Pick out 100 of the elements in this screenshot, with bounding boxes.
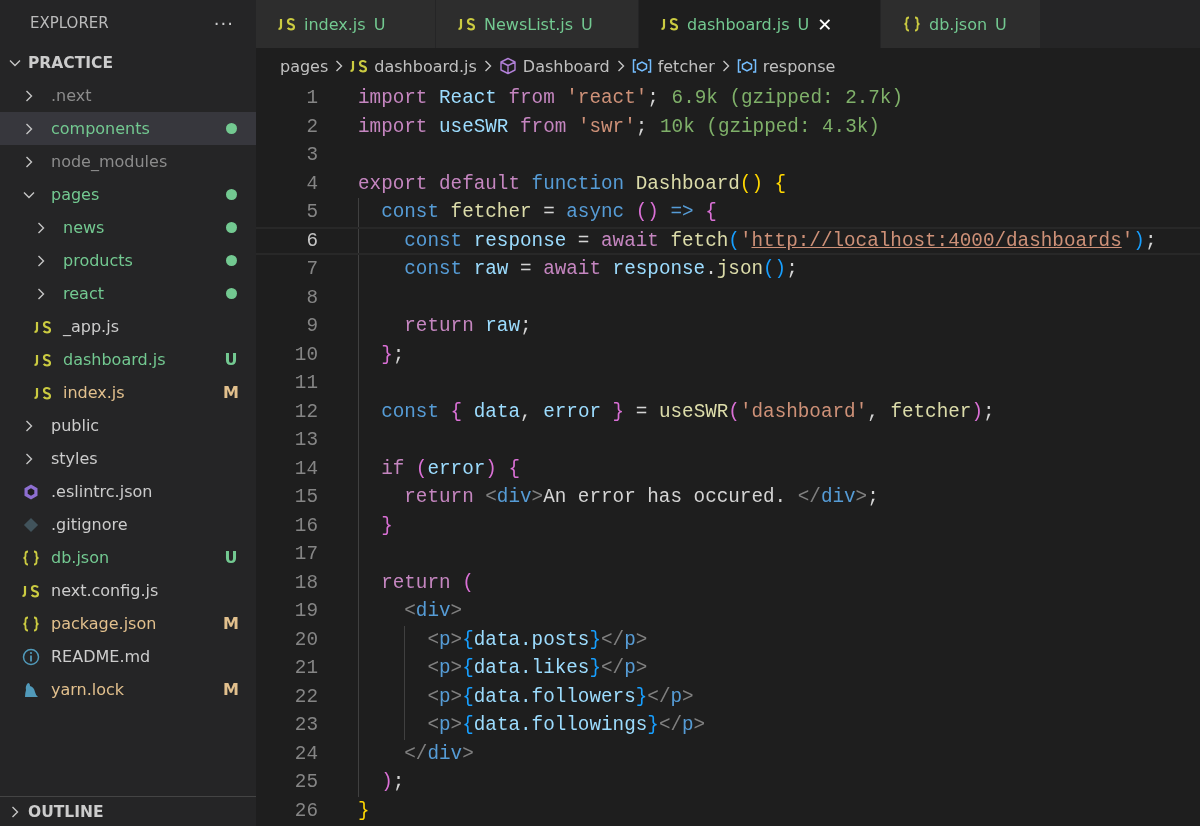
js-file-icon	[458, 17, 476, 31]
git-status-letter: M	[223, 383, 239, 402]
file-item[interactable]: index.js M	[0, 376, 256, 409]
line-number: 3	[305, 144, 318, 167]
js-file-icon	[278, 17, 296, 31]
line-number: 15	[293, 486, 318, 509]
line-number: 24	[293, 742, 318, 765]
file-item[interactable]: dashboard.js U	[0, 343, 256, 376]
editor-tab[interactable]: db.json U	[881, 0, 1041, 48]
close-icon[interactable]: ✕	[817, 13, 833, 35]
code-line: import React from 'react';	[358, 87, 659, 110]
line-number: 7	[305, 258, 318, 281]
file-item[interactable]: _app.js	[0, 310, 256, 343]
line-number: 12	[293, 400, 318, 423]
workspace-header[interactable]: PRACTICE	[0, 46, 256, 79]
git-status-letter: M	[223, 680, 239, 699]
import-cost-hint: 10k (gzipped: 4.3k)	[660, 115, 880, 138]
folder-item[interactable]: react	[0, 277, 256, 310]
folder-item[interactable]: .next	[0, 79, 256, 112]
line-number: 25	[293, 771, 318, 794]
code-line: <p>{data.posts}</p>	[426, 628, 648, 651]
line-number: 9	[305, 315, 318, 338]
line-number: 10	[293, 343, 318, 366]
line-number: 18	[293, 571, 318, 594]
file-item[interactable]: README.md	[0, 640, 256, 673]
code-line: return raw;	[403, 315, 532, 338]
code-line: };	[380, 343, 405, 366]
curly-braces-icon	[22, 549, 40, 566]
code-line: }	[358, 799, 370, 822]
line-number: 21	[293, 657, 318, 680]
git-status-letter: U	[224, 350, 238, 369]
file-item[interactable]: db.json U	[0, 541, 256, 574]
breadcrumb-item[interactable]: dashboard.js	[350, 56, 477, 76]
line-number: 20	[293, 628, 318, 651]
breadcrumb-item[interactable]: Dashboard	[498, 56, 610, 76]
git-status-letter: U	[797, 14, 810, 34]
code-line: return (	[380, 571, 474, 594]
editor-tab[interactable]: index.js U	[256, 0, 436, 48]
code-line: <div>	[403, 600, 463, 623]
cat-icon	[22, 680, 40, 699]
breadcrumb-item[interactable]: fetcher	[631, 56, 715, 76]
code-line: return <div>An error has occured. </div>;	[403, 486, 879, 509]
file-item[interactable]: .eslintrc.json	[0, 475, 256, 508]
breadcrumb-item[interactable]: pages	[280, 56, 329, 76]
line-number: 6	[305, 229, 318, 252]
line-number: 23	[293, 714, 318, 737]
code-line: <p>{data.likes}</p>	[426, 657, 648, 680]
file-item[interactable]: .gitignore	[0, 508, 256, 541]
line-number: 4	[305, 172, 318, 195]
line-number: 17	[293, 543, 318, 566]
js-file-icon	[34, 385, 52, 400]
folder-item[interactable]: components	[0, 112, 256, 145]
js-file-icon	[22, 583, 40, 598]
folder-item[interactable]: public	[0, 409, 256, 442]
file-item[interactable]: next.config.js	[0, 574, 256, 607]
code-line: const { data, error } = useSWR('dashboard', fetcher);	[380, 400, 995, 423]
hexagon-icon	[22, 482, 40, 501]
line-number: 11	[293, 372, 318, 395]
folder-item[interactable]: news	[0, 211, 256, 244]
line-number: 2	[305, 115, 318, 138]
line-number: 5	[305, 201, 318, 224]
explorer-title: EXPLORER	[30, 14, 109, 32]
code-line: const raw = await response.json();	[403, 258, 798, 281]
import-cost-hint: 6.9k (gzipped: 2.7k)	[671, 87, 903, 110]
variable-icon	[631, 58, 652, 74]
editor-tab[interactable]: NewsList.js U	[436, 0, 639, 48]
line-number: 1	[305, 87, 318, 110]
curly-braces-icon	[22, 615, 40, 632]
line-number: 14	[293, 457, 318, 480]
breadcrumb-item[interactable]: response	[736, 56, 836, 76]
folder-item[interactable]: node_modules	[0, 145, 256, 178]
file-item[interactable]: package.json M	[0, 607, 256, 640]
code-line: const response = await fetch('http://localhost:4000/dashboards');	[403, 229, 1157, 252]
code-line: export default function Dashboard() {	[358, 172, 787, 195]
folder-item[interactable]: products	[0, 244, 256, 277]
code-line: }	[380, 514, 393, 537]
cube-icon	[498, 57, 517, 75]
js-file-icon	[34, 352, 52, 367]
line-number: 26	[293, 799, 318, 822]
more-actions-button[interactable]: ···	[213, 12, 234, 34]
js-file-icon	[34, 319, 52, 334]
folder-item[interactable]: styles	[0, 442, 256, 475]
js-file-icon	[661, 17, 679, 31]
git-status-letter: M	[223, 614, 239, 633]
curly-braces-icon	[903, 16, 921, 32]
line-number: 19	[293, 600, 318, 623]
file-item[interactable]: yarn.lock M	[0, 673, 256, 706]
code-line: );	[380, 771, 405, 794]
code-line: <p>{data.followings}</p>	[426, 714, 706, 737]
line-number: 22	[293, 685, 318, 708]
code-line: <p>{data.followers}</p>	[426, 685, 694, 708]
editor-tab[interactable]: dashboard.js U ✕	[639, 0, 881, 48]
variable-icon	[736, 58, 757, 74]
folder-item[interactable]: pages	[0, 178, 256, 211]
git-status-letter: U	[224, 548, 238, 567]
line-number: 13	[293, 429, 318, 452]
line-number: 8	[305, 286, 318, 309]
code-line: </div>	[403, 742, 474, 765]
code-line: if (error) {	[380, 457, 520, 480]
outline-section-header[interactable]: OUTLINE	[0, 796, 256, 826]
